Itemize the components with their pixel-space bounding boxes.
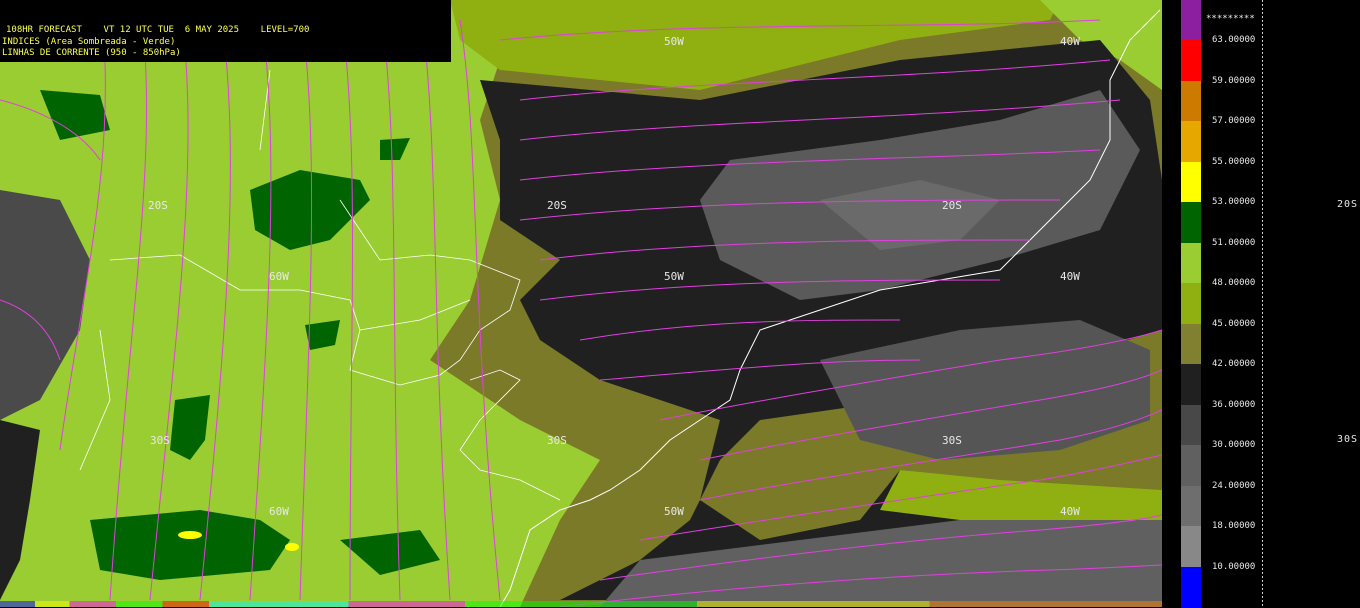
legend-tick-label: 59.00000 (1212, 75, 1256, 86)
lat-label-30s-1: 30S (150, 434, 170, 447)
colorbar-swatch (1181, 202, 1201, 244)
edge-label-20s: 20S (1337, 199, 1359, 210)
lon-label-40w-2: 40W (1060, 270, 1080, 283)
legend-tick-label: 10.00000 (1212, 561, 1256, 572)
legend-tick-label: 57.00000 (1212, 116, 1256, 127)
shade-dark-green-3 (90, 510, 290, 580)
lon-label-50w-3: 50W (664, 505, 684, 518)
shade-yellow-2 (285, 543, 299, 551)
lat-label-20s-3: 20S (942, 199, 962, 212)
legend-tick-label: 36.00000 (1212, 399, 1256, 410)
bottom-color-strip (0, 601, 1162, 607)
lon-label-60w-2: 60W (269, 505, 289, 518)
colorbar-swatch (1181, 283, 1201, 325)
legend-tick-label: 48.00000 (1212, 278, 1256, 289)
edge-label-30s: 30S (1337, 434, 1359, 445)
legend-overflow-label: ********* (1206, 14, 1255, 24)
lon-label-40w-1: 40W (1060, 35, 1080, 48)
forecast-map: 20S 20S 20S 30S 30S 30S 60W 60W 50W 50W … (0, 0, 1162, 607)
colorbar-swatch (1181, 80, 1201, 123)
colorbar-swatch (1181, 121, 1201, 163)
header-streamlines-line: LINHAS DE CORRENTE (950 - 850hPa) (2, 48, 181, 58)
color-legend: ********* 63.00000 59.00000 57.00000 55.000… (1162, 0, 1360, 608)
colorbar (1181, 0, 1201, 608)
colorbar-swatch (1181, 242, 1201, 285)
lon-label-50w-1: 50W (664, 35, 684, 48)
lon-label-40w-3: 40W (1060, 505, 1080, 518)
colorbar-swatch (1181, 526, 1201, 568)
lat-label-30s-3: 30S (942, 434, 962, 447)
legend-tick-label: 24.00000 (1212, 480, 1256, 491)
lon-label-60w-1: 60W (269, 270, 289, 283)
legend-tick-label: 53.00000 (1212, 197, 1256, 208)
shade-yellow-1 (178, 531, 202, 539)
colorbar-swatch (1181, 0, 1201, 42)
lat-label-20s-1: 20S (148, 199, 168, 212)
colorbar-swatch (1181, 364, 1201, 406)
legend-divider (1262, 0, 1263, 607)
legend-tick-label: 55.00000 (1212, 156, 1256, 167)
lon-label-50w-2: 50W (664, 270, 684, 283)
map-canvas: 20S 20S 20S 30S 30S 30S 60W 60W 50W 50W … (0, 0, 1162, 607)
colorbar-swatch (1181, 445, 1201, 487)
legend-tick-label: 42.00000 (1212, 359, 1256, 370)
colorbar-swatch (1181, 40, 1201, 82)
legend-tick-label: 63.00000 (1212, 35, 1256, 46)
colorbar-swatch (1181, 485, 1201, 528)
lat-label-30s-2: 30S (547, 434, 567, 447)
legend-tick-label: 51.00000 (1212, 237, 1256, 248)
legend-tick-label: 18.00000 (1212, 521, 1256, 532)
colorbar-swatch (1181, 404, 1201, 447)
colorbar-swatch (1181, 566, 1201, 608)
lat-label-20s-2: 20S (547, 199, 567, 212)
colorbar-swatch (1181, 323, 1201, 366)
header-forecast-line: 108HR FORECAST VT 12 UTC TUE 6 MAY 2025 … (6, 25, 310, 35)
forecast-header: 108HR FORECAST VT 12 UTC TUE 6 MAY 2025 … (0, 0, 451, 62)
colorbar-swatch (1181, 161, 1201, 204)
legend-tick-label: 30.00000 (1212, 440, 1256, 451)
legend-tick-label: 45.00000 (1212, 318, 1256, 329)
